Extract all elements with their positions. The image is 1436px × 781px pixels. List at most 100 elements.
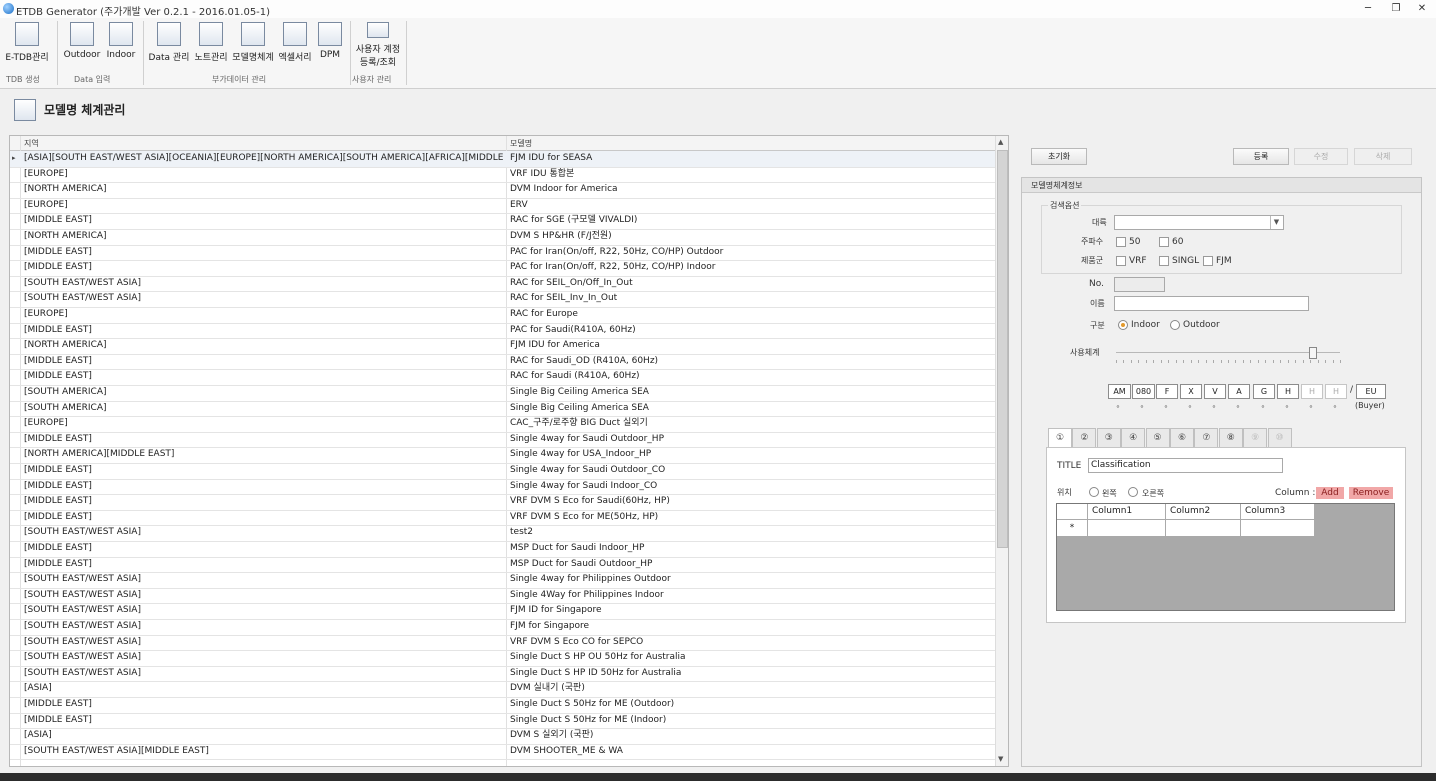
table-row[interactable]: [MIDDLE EAST] VRF DVM S Eco for ME(50Hz, … <box>10 510 995 527</box>
delete-button[interactable]: 삭제 <box>1354 148 1412 165</box>
region-cell[interactable]: [SOUTH AMERICA] <box>24 385 506 400</box>
region-cell[interactable]: [NORTH AMERICA][MIDDLE EAST] <box>24 447 506 462</box>
model-name-cell[interactable]: MSP Duct for Saudi Outdoor_HP <box>510 557 994 572</box>
table-row[interactable]: [SOUTH EAST/WEST ASIA] FJM ID for Singapo… <box>10 603 995 620</box>
user-account-button[interactable]: 사용자 계정 등록/조회 <box>354 22 402 74</box>
table-row[interactable]: [MIDDLE EAST] MSP Duct for Saudi Outdoor_… <box>10 557 995 574</box>
chevron-down-icon[interactable]: ▼ <box>1270 216 1282 229</box>
system-slider-thumb[interactable] <box>1309 347 1318 359</box>
region-cell[interactable]: [NORTH AMERICA] <box>24 229 506 244</box>
remove-column-button[interactable]: Remove <box>1349 487 1393 499</box>
restore-icon[interactable]: ❐ <box>1388 2 1404 15</box>
column-cell-3[interactable] <box>1241 520 1315 536</box>
table-row[interactable]: [SOUTH AMERICA] Single Big Ceiling Americ… <box>10 401 995 418</box>
region-cell[interactable]: [MIDDLE EAST] <box>24 260 506 275</box>
tab-segment-8[interactable]: ⑧ <box>1218 428 1243 448</box>
tab-segment-7[interactable]: ⑦ <box>1194 428 1219 448</box>
table-row[interactable]: [NORTH AMERICA][MIDDLE EAST] Single 4way … <box>10 447 995 464</box>
model-name-system-button[interactable]: 모델명체계 <box>231 22 275 74</box>
model-name-cell[interactable]: Single Duct S HP ID 50Hz for Australia <box>510 666 994 681</box>
model-name-cell[interactable]: VRF IDU 통합본 <box>510 167 994 182</box>
system-slider-track[interactable] <box>1116 352 1340 353</box>
model-name-cell[interactable]: DVM S 실외기 (국판) <box>510 728 994 743</box>
model-name-cell[interactable]: Single Duct S HP OU 50Hz for Australia <box>510 650 994 665</box>
table-row[interactable]: [EUROPE] ERV <box>10 198 995 215</box>
model-name-cell[interactable]: DVM S HP&HR (F/J전원) <box>510 229 994 244</box>
vertical-scrollbar[interactable]: ▲ ▼ <box>995 136 1008 766</box>
code-box[interactable]: H <box>1277 384 1299 399</box>
table-row[interactable]: [SOUTH EAST/WEST ASIA] Single 4way for Ph… <box>10 572 995 589</box>
region-cell[interactable]: [SOUTH EAST/WEST ASIA] <box>24 619 506 634</box>
region-cell[interactable]: [EUROPE] <box>24 167 506 182</box>
register-button[interactable]: 등록 <box>1233 148 1289 165</box>
region-cell[interactable]: [SOUTH AMERICA] <box>24 401 506 416</box>
model-name-cell[interactable]: Single 4way for Saudi Outdoor_HP <box>510 432 994 447</box>
position-right-radio[interactable] <box>1128 487 1138 497</box>
tab-segment-6[interactable]: ⑥ <box>1170 428 1194 448</box>
region-cell[interactable]: [NORTH AMERICA] <box>24 182 506 197</box>
region-cell[interactable]: [EUROPE] <box>24 198 506 213</box>
table-row[interactable]: [MIDDLE EAST] PAC for Iran(On/off, R22, 5… <box>10 260 995 277</box>
model-name-cell[interactable]: Single Duct S 50Hz for ME (Indoor) <box>510 713 994 728</box>
add-column-button[interactable]: Add <box>1316 487 1344 499</box>
table-row[interactable]: [MIDDLE EAST] PAC for Saudi(R410A, 60Hz) <box>10 323 995 340</box>
minimize-icon[interactable]: ─ <box>1360 2 1376 15</box>
model-name-cell[interactable]: PAC for Iran(On/off, R22, 50Hz, CO/HP) O… <box>510 245 994 260</box>
model-name-cell[interactable]: PAC for Iran(On/off, R22, 50Hz, CO/HP) I… <box>510 260 994 275</box>
model-name-cell[interactable]: FJM for Singapore <box>510 619 994 634</box>
code-box[interactable]: AM <box>1108 384 1131 399</box>
table-row[interactable]: [MIDDLE EAST] Single 4way for Saudi Indoo… <box>10 479 995 496</box>
table-row[interactable]: [NORTH AMERICA] DVM S HP&HR (F/J전원) <box>10 229 995 246</box>
table-row[interactable]: [MIDDLE EAST] Single 4way for Saudi Outdo… <box>10 432 995 449</box>
table-row[interactable]: [SOUTH AMERICA] Single Big Ceiling Americ… <box>10 385 995 402</box>
model-name-cell[interactable]: DVM SHOOTER_ME & WA <box>510 744 994 759</box>
model-name-cell[interactable]: Single Duct S 50Hz for ME (Outdoor) <box>510 697 994 712</box>
edit-button[interactable]: 수정 <box>1294 148 1348 165</box>
region-cell[interactable]: [MIDDLE EAST] <box>24 213 506 228</box>
model-name-cell[interactable]: VRF DVM S Eco for ME(50Hz, HP) <box>510 510 994 525</box>
region-cell[interactable]: [MIDDLE EAST] <box>24 245 506 260</box>
tab-segment-9[interactable]: ⑨ <box>1243 428 1268 448</box>
table-row[interactable]: [MIDDLE EAST] PAC for Iran(On/off, R22, 5… <box>10 245 995 262</box>
code-box[interactable]: G <box>1253 384 1275 399</box>
close-icon[interactable]: ✕ <box>1414 2 1430 15</box>
table-row[interactable]: [MIDDLE EAST] Single Duct S 50Hz for ME (… <box>10 713 995 730</box>
region-cell[interactable]: [MIDDLE EAST] <box>24 479 506 494</box>
table-row[interactable]: [MIDDLE EAST] RAC for Saudi (R410A, 60Hz) <box>10 369 995 386</box>
code-box[interactable]: V <box>1204 384 1226 399</box>
data-manage-button[interactable]: Data 관리 <box>148 22 190 74</box>
region-cell[interactable]: [NORTH AMERICA] <box>24 338 506 353</box>
model-name-cell[interactable]: RAC for Saudi (R410A, 60Hz) <box>510 369 994 384</box>
freq-60-checkbox[interactable] <box>1159 237 1169 247</box>
title-field[interactable]: Classification <box>1088 458 1283 473</box>
column-header-model[interactable]: 모델명 <box>510 138 532 149</box>
region-cell[interactable]: [EUROPE] <box>24 416 506 431</box>
table-row[interactable]: [SOUTH EAST/WEST ASIA] RAC for SEIL_On/Of… <box>10 276 995 293</box>
code-box[interactable]: A <box>1228 384 1250 399</box>
type-indoor-radio[interactable] <box>1118 320 1128 330</box>
model-name-cell[interactable]: Single 4Way for Philippines Indoor <box>510 588 994 603</box>
table-row[interactable]: [ASIA] DVM S 실외기 (국판) <box>10 728 995 745</box>
dpm-button[interactable]: DPM <box>316 22 344 74</box>
model-name-cell[interactable]: FJM IDU for SEASA <box>510 151 994 166</box>
table-row[interactable]: [NORTH AMERICA] DVM Indoor for America <box>10 182 995 199</box>
outdoor-button[interactable]: Outdoor <box>62 22 102 74</box>
region-cell[interactable]: [MIDDLE EAST] <box>24 557 506 572</box>
table-row[interactable]: [SOUTH EAST/WEST ASIA] FJM for Singapore <box>10 619 995 636</box>
region-cell[interactable]: [SOUTH EAST/WEST ASIA] <box>24 291 506 306</box>
table-row[interactable]: [EUROPE] RAC for Europe <box>10 307 995 324</box>
table-row[interactable]: [EUROPE] CAC_구주/로주향 BIG Duct 실외기 <box>10 416 995 433</box>
region-cell[interactable]: [SOUTH EAST/WEST ASIA] <box>24 650 506 665</box>
region-cell[interactable]: [EUROPE] <box>24 307 506 322</box>
indoor-button[interactable]: Indoor <box>104 22 138 74</box>
scroll-up-icon[interactable]: ▲ <box>998 138 1003 146</box>
code-box[interactable]: H <box>1325 384 1347 399</box>
region-cell[interactable]: [MIDDLE EAST] <box>24 369 506 384</box>
model-name-cell[interactable]: ERV <box>510 198 994 213</box>
table-row[interactable]: [SOUTH EAST/WEST ASIA] Single Duct S HP I… <box>10 666 995 683</box>
accessory-button[interactable]: 엑셀서리 <box>277 22 313 74</box>
model-name-cell[interactable]: DVM Indoor for America <box>510 182 994 197</box>
region-cell[interactable]: [ASIA] <box>24 681 506 696</box>
code-box[interactable]: F <box>1156 384 1178 399</box>
code-suffix[interactable]: EU <box>1356 384 1386 399</box>
